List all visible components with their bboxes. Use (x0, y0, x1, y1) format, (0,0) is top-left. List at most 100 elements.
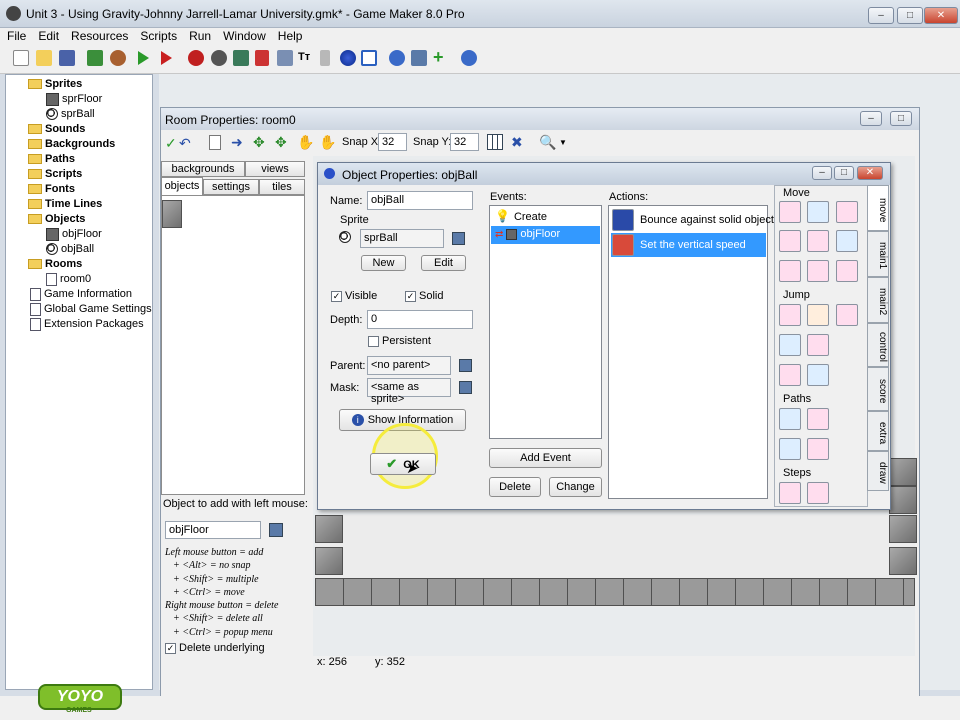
tree-global-settings[interactable]: Global Game Settings (30, 302, 152, 316)
tree-obj-floor[interactable]: objFloor (46, 227, 102, 241)
delete-event-button[interactable]: Delete (489, 477, 541, 497)
create-sprite-icon[interactable] (188, 50, 204, 66)
help-icon[interactable] (461, 50, 477, 66)
name-input[interactable]: objBall (367, 191, 473, 210)
create-executable-icon[interactable] (87, 50, 103, 66)
tree-timelines[interactable]: Time Lines (28, 197, 102, 211)
tree-spr-ball[interactable]: sprBall (46, 107, 95, 121)
run-icon[interactable] (138, 51, 149, 65)
parent-select[interactable]: <no parent> (367, 356, 451, 375)
menu-scripts[interactable]: Scripts (134, 28, 183, 44)
visible-checkbox[interactable]: ✓ Visible (331, 290, 377, 302)
extension-packages-icon[interactable]: + (433, 47, 449, 67)
object-restore-button[interactable]: □ (834, 166, 854, 180)
tree-sounds[interactable]: Sounds (28, 122, 85, 136)
lib-tab-main1[interactable]: main1 (867, 231, 889, 277)
clear-room-icon[interactable] (209, 135, 221, 150)
snap-y-input[interactable]: 32 (450, 133, 479, 151)
snap-grid-icon[interactable] (779, 334, 801, 356)
tab-objects[interactable]: objects (161, 177, 203, 195)
jump-random-icon[interactable] (836, 304, 858, 326)
new-sprite-button[interactable]: New (361, 255, 406, 271)
menu-resources[interactable]: Resources (65, 28, 134, 44)
tree-scripts[interactable]: Scripts (28, 167, 82, 181)
lib-tab-control[interactable]: control (867, 323, 889, 367)
tree-game-info[interactable]: Game Information (30, 287, 132, 301)
mask-menu-icon[interactable] (459, 381, 472, 394)
mask-select[interactable]: <same as sprite> (367, 378, 451, 405)
tree-sprites[interactable]: Sprites (28, 77, 82, 91)
tree-objects[interactable]: Objects (28, 212, 85, 226)
global-settings-icon[interactable] (411, 50, 427, 66)
move-towards-icon[interactable] (836, 201, 858, 223)
snap-x-input[interactable]: 32 (378, 133, 407, 151)
event-create[interactable]: 💡 Create (491, 207, 600, 225)
save-icon[interactable] (59, 50, 75, 66)
path-speed-icon[interactable] (807, 438, 829, 460)
add-object-select[interactable]: objFloor (165, 521, 261, 539)
create-background-icon[interactable] (233, 50, 249, 66)
lock-instances-icon[interactable]: ✋ (297, 134, 314, 151)
shift-instances-icon[interactable]: ➜ (231, 134, 243, 151)
object-menu-icon[interactable] (269, 523, 283, 537)
tree-backgrounds[interactable]: Backgrounds (28, 137, 115, 151)
tree-obj-ball[interactable]: objBall (46, 242, 94, 256)
game-info-icon[interactable] (389, 50, 405, 66)
lib-tab-score[interactable]: score (867, 367, 889, 411)
run-debug-icon[interactable] (161, 51, 172, 65)
tab-views[interactable]: views (245, 161, 305, 177)
create-timeline-icon[interactable] (320, 50, 330, 66)
lib-tab-draw[interactable]: draw (867, 451, 889, 491)
reverse-vertical-icon[interactable] (807, 260, 829, 282)
reverse-horizontal-icon[interactable] (779, 260, 801, 282)
jump-start-icon[interactable] (807, 304, 829, 326)
menu-help[interactable]: Help (272, 28, 309, 44)
menu-edit[interactable]: Edit (32, 28, 65, 44)
depth-input[interactable]: 0 (367, 310, 473, 329)
step-towards-icon[interactable] (779, 482, 801, 504)
object-minimize-button[interactable]: – (812, 166, 832, 180)
room-minimize-button[interactable]: – (860, 111, 882, 126)
action-set-vertical-speed[interactable]: Set the vertical speed (611, 233, 766, 257)
create-sound-icon[interactable] (211, 50, 227, 66)
close-button[interactable]: ✕ (924, 7, 958, 24)
publish-icon[interactable] (110, 50, 126, 66)
open-folder-icon[interactable] (36, 50, 52, 66)
create-font-icon[interactable]: Tт (298, 51, 314, 67)
new-file-icon[interactable] (13, 50, 29, 66)
unlock-instances-icon[interactable]: ✋ (319, 134, 336, 151)
tab-backgrounds[interactable]: backgrounds (161, 161, 245, 177)
create-room-icon[interactable] (361, 50, 377, 66)
action-bounce[interactable]: Bounce against solid objects (611, 208, 779, 232)
minimize-button[interactable]: – (868, 7, 894, 24)
sprite-select[interactable]: sprBall (360, 229, 444, 248)
create-object-icon[interactable] (340, 50, 356, 66)
lib-tab-main2[interactable]: main2 (867, 277, 889, 323)
add-event-button[interactable]: Add Event (489, 448, 602, 468)
zoom-icon[interactable]: 🔍 (539, 134, 556, 151)
edit-sprite-button[interactable]: Edit (421, 255, 466, 271)
lib-tab-extra[interactable]: extra (867, 411, 889, 451)
sort-x-icon[interactable]: ✥ (253, 134, 265, 151)
ok-button[interactable]: ✔ OK (370, 453, 436, 475)
end-path-icon[interactable] (807, 408, 829, 430)
maximize-button[interactable]: □ (897, 7, 923, 24)
undo-icon[interactable]: ↶ (179, 135, 195, 151)
move-contact-icon[interactable] (779, 364, 801, 386)
step-avoiding-icon[interactable] (807, 482, 829, 504)
tab-settings[interactable]: settings (203, 179, 259, 195)
tab-tiles[interactable]: tiles (259, 179, 305, 195)
isometric-grid-icon[interactable]: ✖ (511, 134, 523, 151)
move-fixed-icon[interactable] (779, 201, 801, 223)
move-free-icon[interactable] (807, 201, 829, 223)
persistent-checkbox[interactable]: Persistent (368, 335, 431, 347)
vertical-speed-icon[interactable] (807, 230, 829, 252)
solid-checkbox[interactable]: ✓ Solid (405, 290, 443, 302)
change-event-button[interactable]: Change (549, 477, 602, 497)
chevron-down-icon[interactable]: ▼ (559, 138, 567, 147)
path-position-icon[interactable] (779, 438, 801, 460)
tree-spr-floor[interactable]: sprFloor (46, 92, 102, 106)
tree-paths[interactable]: Paths (28, 152, 75, 166)
menu-run[interactable]: Run (183, 28, 217, 44)
event-collision-objfloor[interactable]: ⇄ objFloor (491, 226, 600, 244)
